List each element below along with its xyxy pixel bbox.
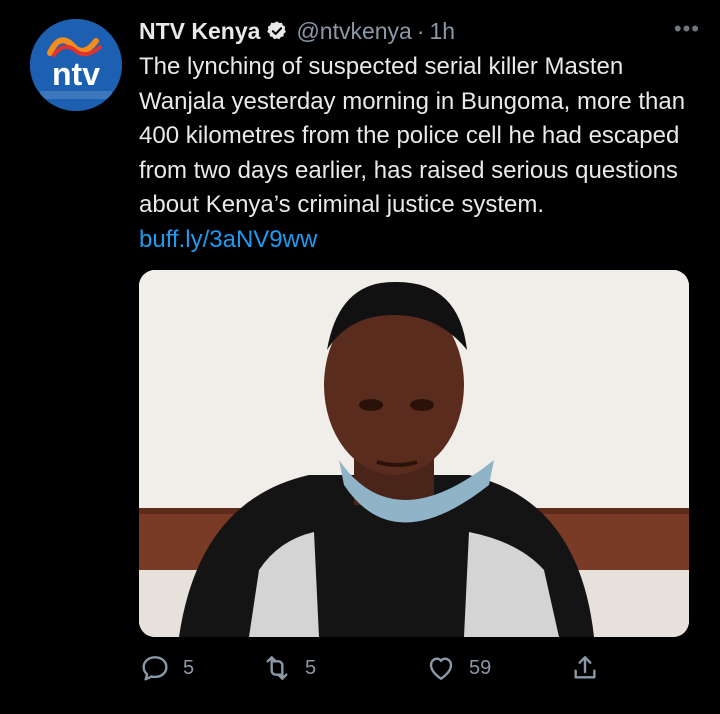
tweet-text: The lynching of suspected serial killer …: [139, 50, 709, 257]
like-icon: [429, 657, 453, 680]
more-icon[interactable]: •••: [674, 16, 700, 42]
tweet-header: NTV Kenya @ntvkenya · 1h •••: [139, 14, 706, 48]
avatar[interactable]: ntv: [30, 19, 122, 111]
tweet-media-image[interactable]: [139, 270, 689, 637]
separator-dot: ·: [416, 17, 425, 44]
author-name[interactable]: NTV Kenya: [139, 18, 260, 45]
like-button[interactable]: 59: [425, 652, 491, 684]
retweet-count: 5: [305, 656, 317, 679]
photo-of-man: [139, 270, 689, 637]
retweet-button[interactable]: 5: [261, 652, 316, 684]
svg-text:ntv: ntv: [52, 56, 100, 92]
tweet-body: The lynching of suspected serial killer …: [139, 53, 686, 218]
tweet-actions: 5 5 59: [139, 648, 609, 688]
like-count: 59: [469, 656, 492, 679]
share-icon: [574, 656, 596, 679]
reply-icon: [142, 656, 168, 681]
verified-badge-icon: [266, 20, 288, 42]
author-handle[interactable]: @ntvkenya: [296, 18, 411, 45]
timestamp[interactable]: 1h: [430, 18, 456, 45]
reply-count: 5: [183, 656, 195, 679]
tweet-link[interactable]: buff.ly/3aNV9ww: [139, 226, 317, 253]
share-button[interactable]: [569, 652, 601, 684]
reply-button[interactable]: 5: [139, 652, 194, 684]
ntv-logo: ntv: [30, 19, 122, 111]
retweet-icon: [266, 656, 288, 680]
